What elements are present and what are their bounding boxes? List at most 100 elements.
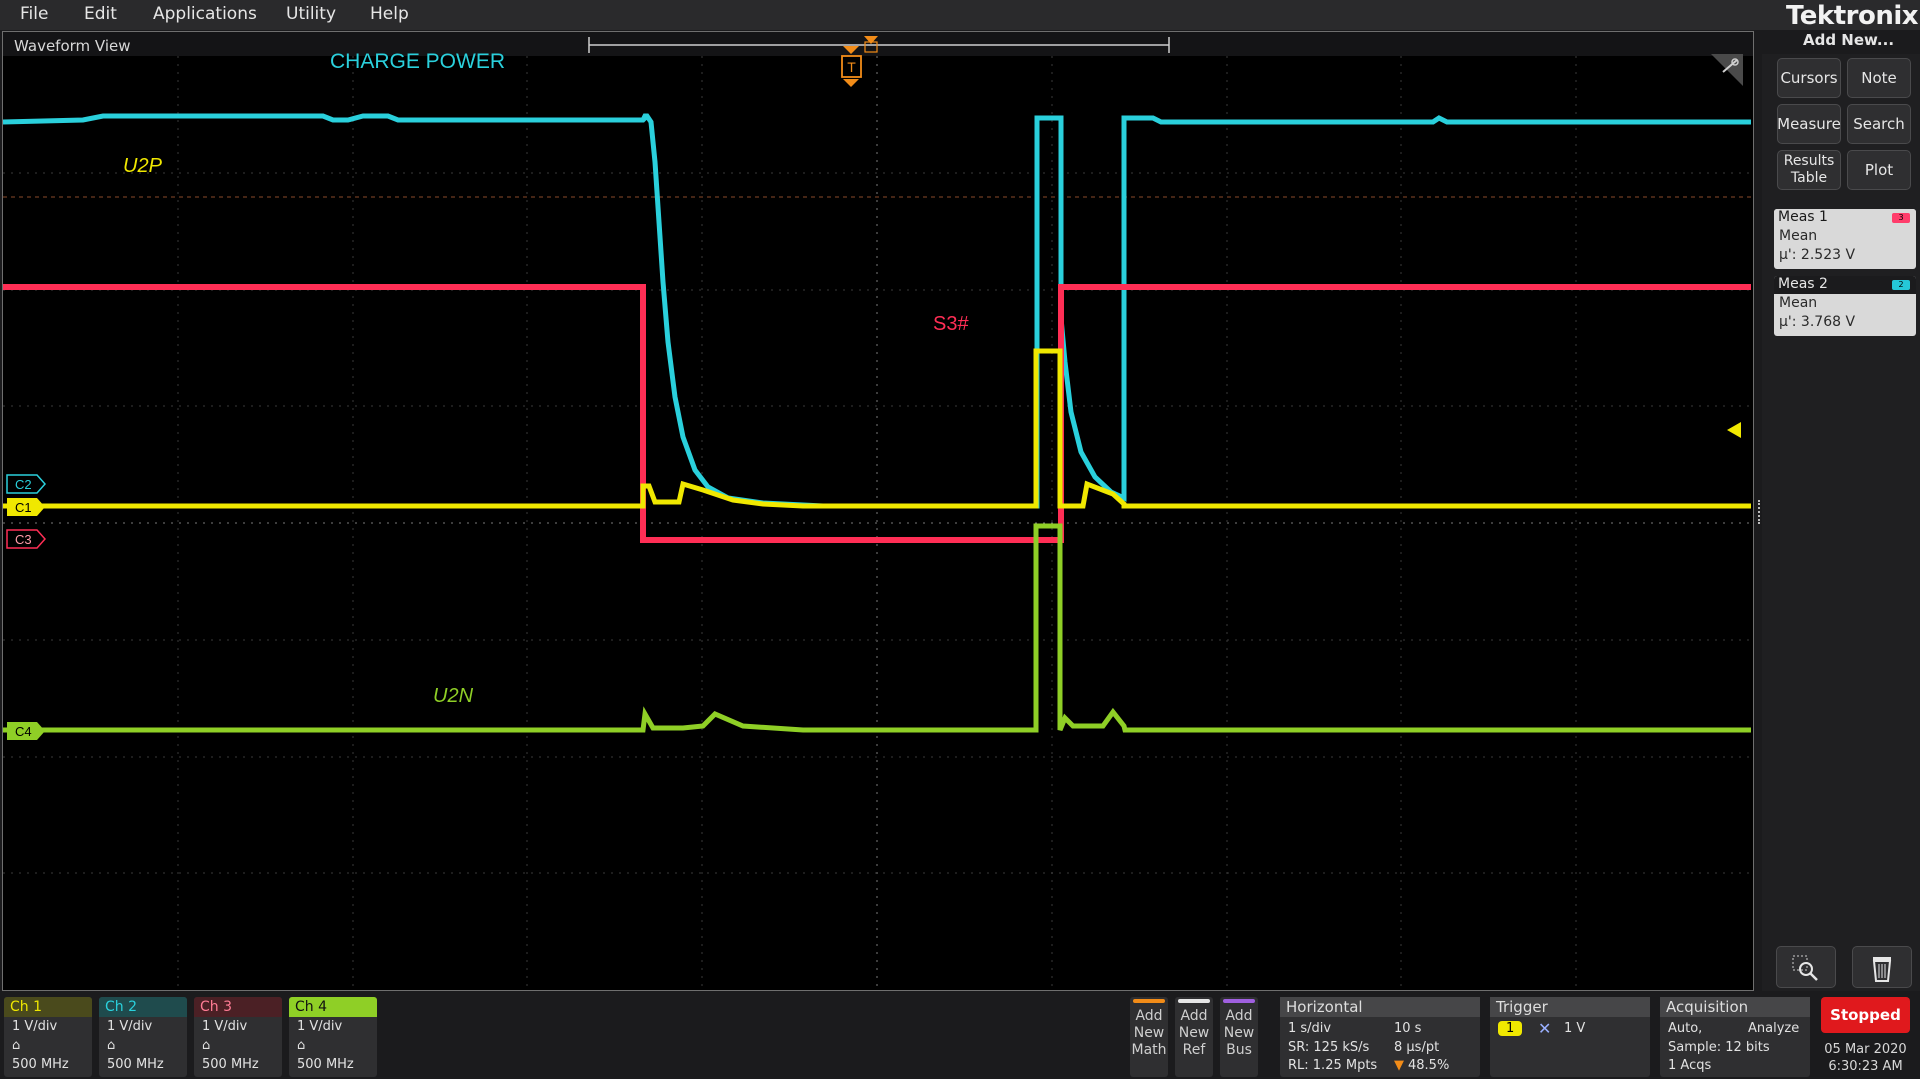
- acquisition-badge[interactable]: Acquisition Auto, Analyze Sample: 12 bit…: [1660, 997, 1810, 1077]
- add-new-label: Add New...: [1803, 31, 1895, 49]
- svg-text:T: T: [847, 59, 856, 75]
- waveform-view-title: Waveform View: [14, 37, 131, 55]
- delete-button[interactable]: [1852, 946, 1912, 988]
- horizontal-badge[interactable]: Horizontal 1 s/div 10 s SR: 125 kS/s 8 µ…: [1280, 997, 1480, 1077]
- meas-2-type: Mean: [1779, 295, 1818, 311]
- ch4-bandwidth: 500 MHz: [297, 1057, 354, 1072]
- ch2-title: Ch 2: [99, 997, 187, 1017]
- add-ref-line3: Ref: [1182, 1042, 1206, 1058]
- acquisition-title: Acquisition: [1660, 997, 1810, 1017]
- run-stop-status[interactable]: Stopped: [1821, 997, 1910, 1033]
- ch1-title: Ch 1: [4, 997, 92, 1017]
- trigger-source: 1: [1498, 1021, 1523, 1036]
- ch4-coupling-icon: ⌂: [297, 1038, 306, 1053]
- channel-marker-c3[interactable]: C3: [6, 529, 47, 549]
- add-ref-line2: New: [1178, 1025, 1210, 1041]
- time-text: 6:30:23 AM: [1828, 1059, 1903, 1074]
- ch4-vdiv: 1 V/div: [297, 1019, 343, 1034]
- horizontal-pt-spacing: 8 µs/pt: [1394, 1040, 1440, 1055]
- add-math-line1: Add: [1135, 1008, 1163, 1024]
- note-button[interactable]: Note: [1847, 58, 1911, 98]
- meas-1-value: µ': 2.523 V: [1779, 247, 1856, 263]
- add-new-bus-button[interactable]: Add New Bus: [1220, 997, 1258, 1077]
- ch1-vdiv: 1 V/div: [12, 1019, 58, 1034]
- ch3-coupling-icon: ⌂: [202, 1038, 211, 1053]
- acquisition-analyze: Analyze: [1748, 1021, 1800, 1036]
- ch1-badge[interactable]: Ch 1 1 V/div ⌂ 500 MHz: [4, 997, 92, 1077]
- zoom-button[interactable]: [1776, 946, 1836, 988]
- right-panel: [1762, 54, 1920, 991]
- ch4-title: Ch 4: [289, 997, 377, 1017]
- meas-1-name: Meas 1: [1778, 209, 1828, 225]
- ch1-bandwidth: 500 MHz: [12, 1057, 69, 1072]
- add-new-ref-button[interactable]: Add New Ref: [1175, 997, 1213, 1077]
- ch3-vdiv: 1 V/div: [202, 1019, 248, 1034]
- add-ref-line1: Add: [1180, 1008, 1208, 1024]
- ch2-trace: [3, 113, 1751, 509]
- measure-button[interactable]: Measure: [1777, 104, 1841, 144]
- ch2-badge[interactable]: Ch 2 1 V/div ⌂ 500 MHz: [99, 997, 187, 1077]
- horizontal-title: Horizontal: [1280, 997, 1480, 1017]
- graticule: [3, 56, 1751, 990]
- meas-1-source: 3: [1892, 213, 1910, 223]
- horizontal-scale: 1 s/div: [1288, 1021, 1332, 1036]
- menu-utility[interactable]: Utility: [286, 4, 336, 24]
- ch2-bandwidth: 500 MHz: [107, 1057, 164, 1072]
- label-u2p: U2P: [123, 155, 163, 177]
- ch3-badge[interactable]: Ch 3 1 V/div ⌂ 500 MHz: [194, 997, 282, 1077]
- add-math-line2: New: [1133, 1025, 1165, 1041]
- add-math-line3: Math: [1131, 1042, 1167, 1058]
- trigger-badge[interactable]: Trigger 1 ✕ 1 V: [1490, 997, 1650, 1077]
- zoom-corner-icon[interactable]: [1711, 54, 1743, 86]
- ch2-vdiv: 1 V/div: [107, 1019, 153, 1034]
- channel-marker-c4[interactable]: C4: [7, 722, 45, 740]
- menu-file[interactable]: File: [20, 4, 48, 24]
- add-new-math-button[interactable]: Add New Math: [1130, 997, 1168, 1077]
- horizontal-record-length: RL: 1.25 Mpts: [1288, 1058, 1378, 1073]
- ch2-coupling-icon: ⌂: [107, 1038, 116, 1053]
- menu-applications[interactable]: Applications: [153, 4, 257, 24]
- waveform-view[interactable]: T C2 C1 C3 C4 CHARGE POWER U2P S3# U2N: [2, 31, 1754, 991]
- acquisition-acqs: 1 Acqs: [1668, 1058, 1712, 1073]
- ch4-badge[interactable]: Ch 4 1 V/div ⌂ 500 MHz: [289, 997, 377, 1077]
- search-button[interactable]: Search: [1847, 104, 1911, 144]
- label-u2n: U2N: [433, 685, 474, 707]
- menu-help[interactable]: Help: [370, 4, 409, 24]
- tektronix-logo: Tektronix: [1786, 1, 1919, 31]
- plot-button[interactable]: Plot: [1847, 150, 1911, 190]
- meas-2-name: Meas 2: [1778, 276, 1828, 292]
- add-bus-line1: Add: [1225, 1008, 1253, 1024]
- acquisition-mode: Auto,: [1668, 1021, 1703, 1036]
- svg-text:C3: C3: [15, 532, 32, 547]
- ch4-trace: [3, 523, 1751, 733]
- ch3-title: Ch 3: [194, 997, 282, 1017]
- svg-text:C4: C4: [15, 724, 32, 739]
- meas-2-badge[interactable]: Meas 2 2 Mean µ': 3.768 V: [1774, 276, 1916, 336]
- trigger-level-arrow[interactable]: [1727, 422, 1741, 438]
- label-s3: S3#: [933, 313, 969, 335]
- meas-1-type: Mean: [1779, 228, 1818, 244]
- meas-2-source: 2: [1892, 280, 1910, 290]
- acquisition-sample: Sample: 12 bits: [1668, 1040, 1770, 1055]
- ch3-bandwidth: 500 MHz: [202, 1057, 259, 1072]
- cursors-button[interactable]: Cursors: [1777, 58, 1841, 98]
- menu-bar: File Edit Applications Utility Help Tekt…: [0, 0, 1920, 31]
- date-time: 05 Mar 2020 6:30:23 AM: [1821, 1041, 1910, 1077]
- meas-1-badge[interactable]: Meas 1 3 Mean µ': 2.523 V: [1774, 209, 1916, 269]
- ch1-trace: [3, 348, 1751, 509]
- menu-edit[interactable]: Edit: [84, 4, 117, 24]
- results-table-button[interactable]: Results Table: [1777, 150, 1841, 190]
- waveform-display[interactable]: T C2 C1 C3 C4 CHARGE POWER U2P S3# U2N: [3, 32, 1753, 990]
- add-bus-line3: Bus: [1226, 1042, 1252, 1058]
- trigger-title: Trigger: [1490, 997, 1650, 1017]
- trigger-level: 1 V: [1564, 1021, 1586, 1036]
- trash-icon: [1872, 957, 1892, 982]
- horizontal-duration: 10 s: [1394, 1021, 1422, 1036]
- channel-marker-c2[interactable]: C2: [6, 474, 47, 494]
- date-text: 05 Mar 2020: [1824, 1042, 1907, 1057]
- channel-marker-c1[interactable]: C1: [7, 498, 45, 516]
- add-bus-line2: New: [1223, 1025, 1255, 1041]
- ch3-trace: [3, 284, 1751, 543]
- svg-text:C2: C2: [15, 477, 32, 492]
- meas-2-value: µ': 3.768 V: [1779, 314, 1856, 330]
